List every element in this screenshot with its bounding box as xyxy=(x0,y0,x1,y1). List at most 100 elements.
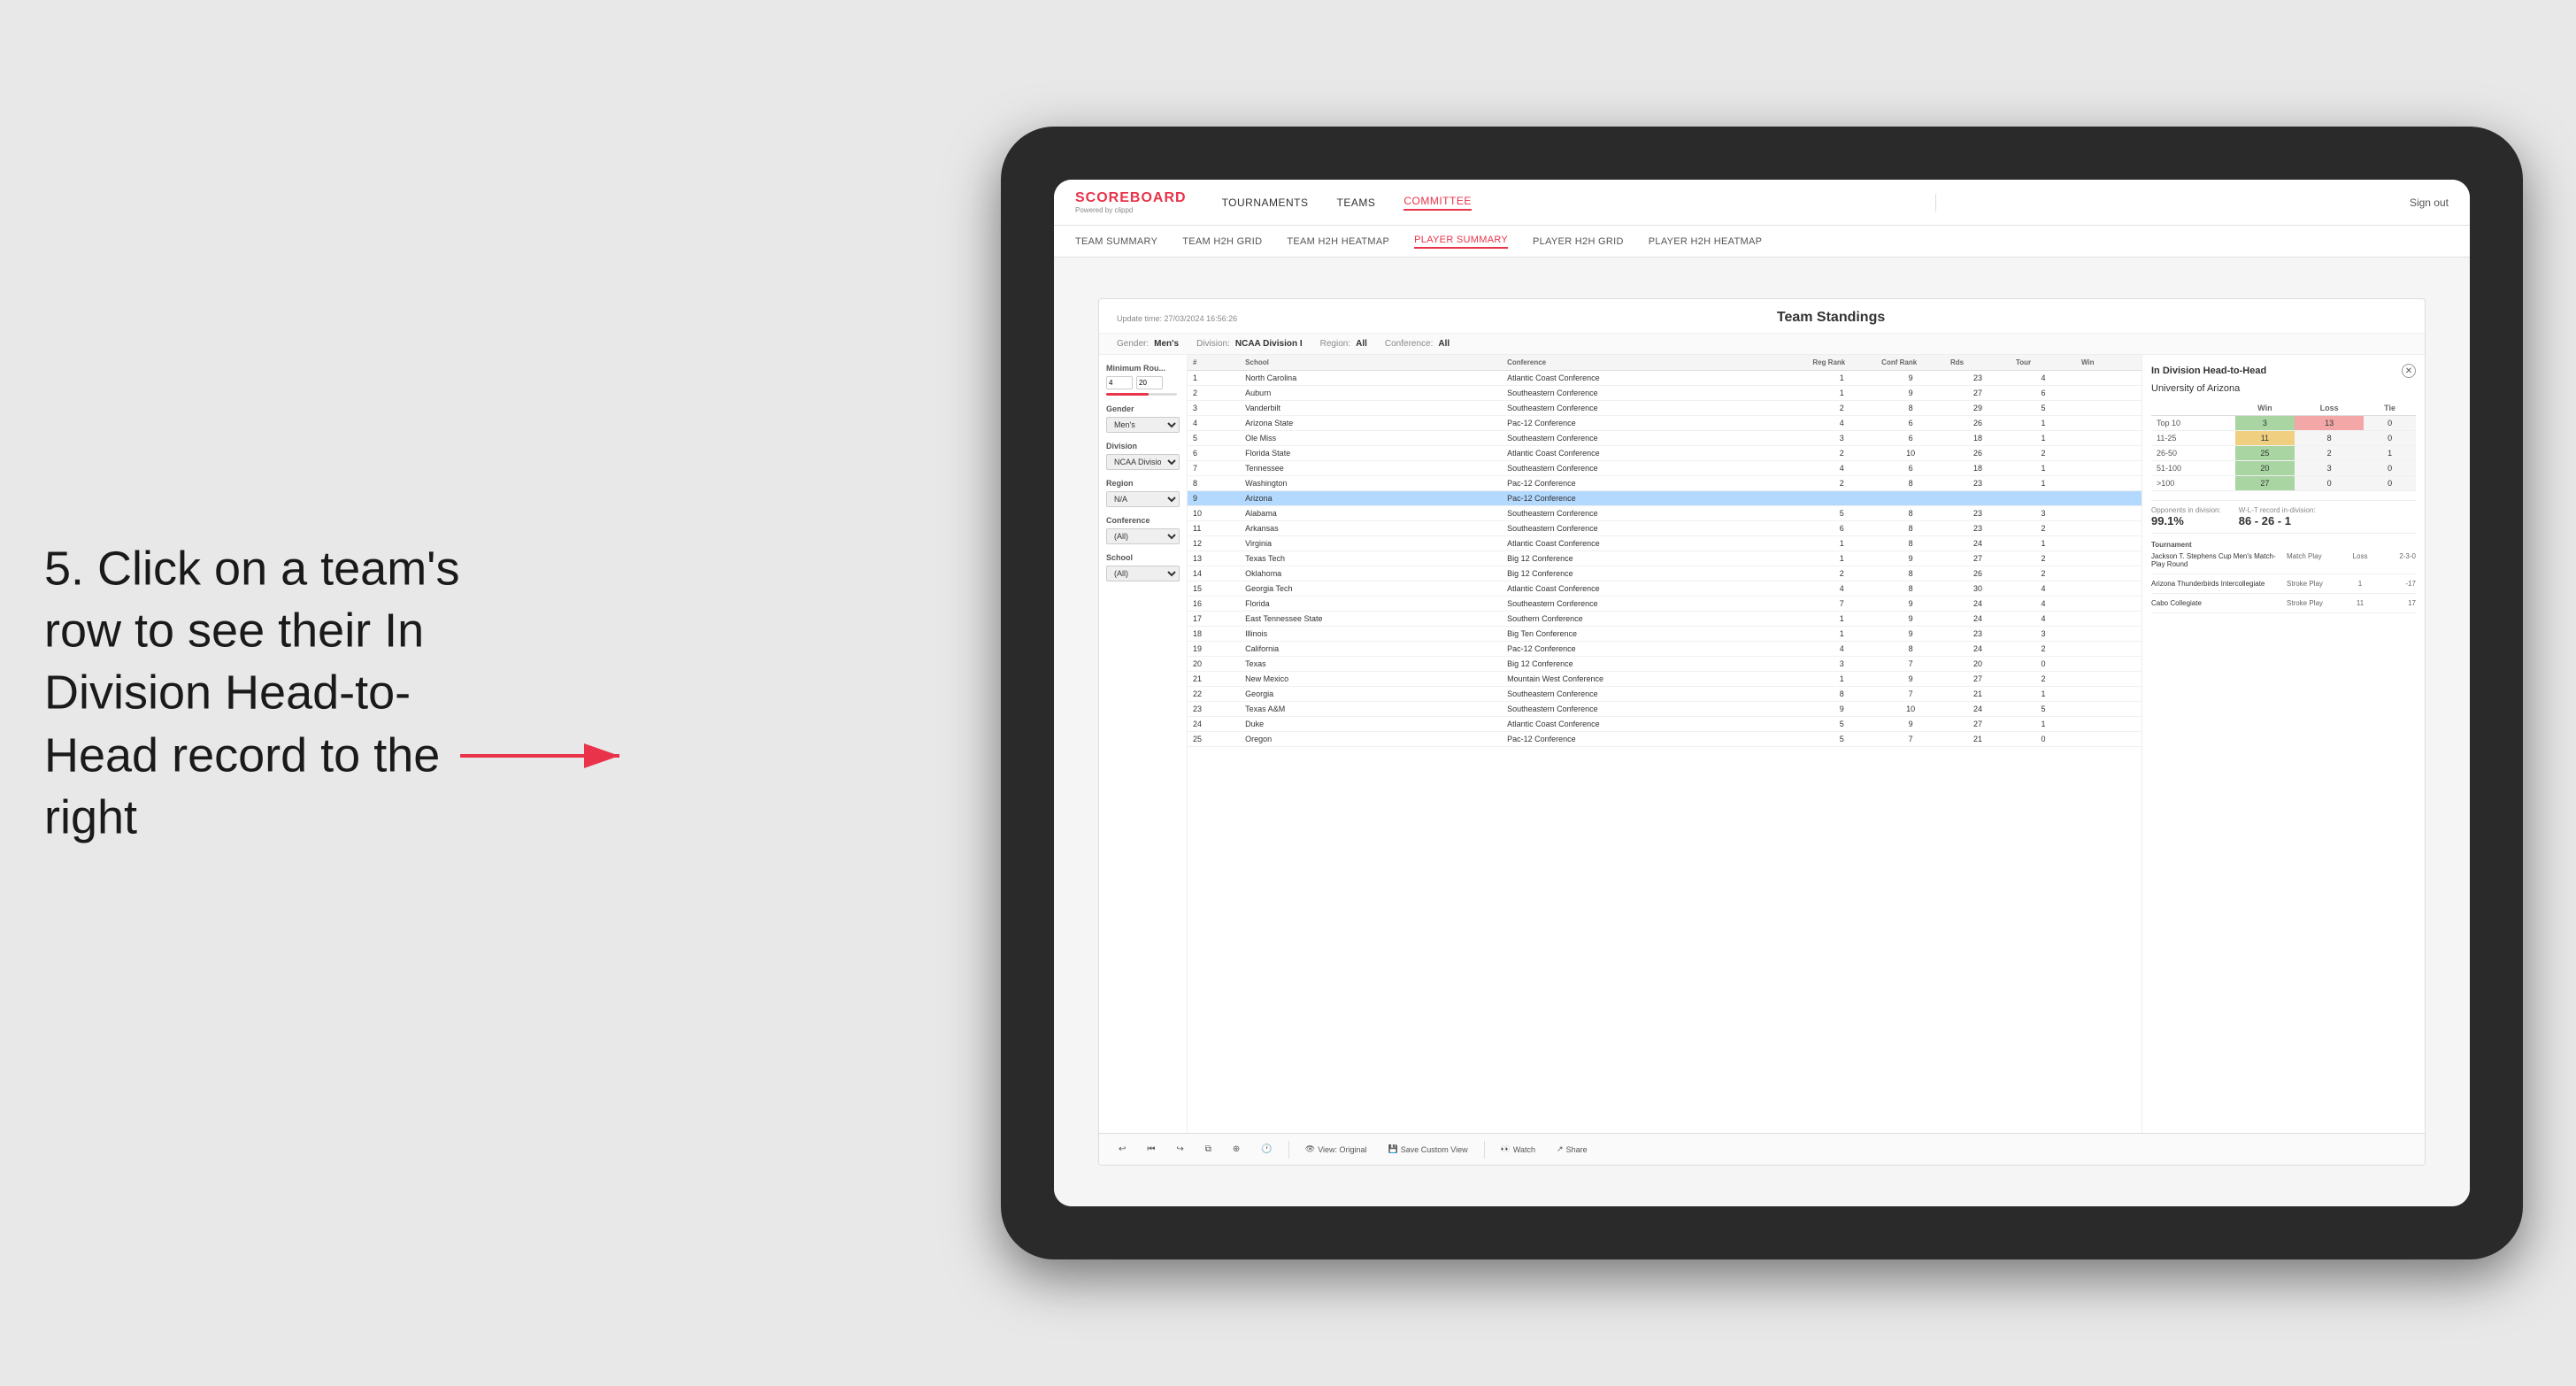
cell-reg-rank: 2 xyxy=(1807,476,1876,491)
sub-nav-team-summary[interactable]: TEAM SUMMARY xyxy=(1075,236,1157,247)
table-row[interactable]: 16 Florida Southeastern Conference 7 9 2… xyxy=(1188,597,2142,612)
table-row[interactable]: 15 Georgia Tech Atlantic Coast Conferenc… xyxy=(1188,581,2142,597)
cell-reg-rank: 9 xyxy=(1807,702,1876,717)
cell-reg-rank: 6 xyxy=(1807,521,1876,536)
table-row[interactable]: 17 East Tennessee State Southern Confere… xyxy=(1188,612,2142,627)
cell-tour: 1 xyxy=(2011,476,2076,491)
cell-reg-rank: 5 xyxy=(1807,732,1876,747)
paste-button[interactable]: ⊕ xyxy=(1227,1142,1245,1157)
cell-rank: 12 xyxy=(1188,536,1240,551)
cell-tour: 2 xyxy=(2011,642,2076,657)
table-row[interactable]: 14 Oklahoma Big 12 Conference 2 8 26 2 xyxy=(1188,566,2142,581)
cell-tour: 1 xyxy=(2011,536,2076,551)
table-row[interactable]: 7 Tennessee Southeastern Conference 4 6 … xyxy=(1188,461,2142,476)
copy-button[interactable]: ⧉ xyxy=(1200,1142,1217,1157)
cell-rank: 17 xyxy=(1188,612,1240,627)
cell-school: Florida State xyxy=(1240,446,1502,461)
cell-rds: 23 xyxy=(1945,506,2011,521)
h2h-label-100plus: >100 xyxy=(2151,476,2235,491)
h2h-tie-51-100: 0 xyxy=(2364,461,2416,476)
cell-conference: Atlantic Coast Conference xyxy=(1502,446,1807,461)
cell-conf-rank: 9 xyxy=(1876,371,1945,386)
sign-out[interactable]: Sign out xyxy=(2410,196,2449,209)
sub-nav-player-h2h-grid[interactable]: PLAYER H2H GRID xyxy=(1533,236,1624,247)
clock-button[interactable]: 🕐 xyxy=(1256,1142,1277,1157)
h2h-row-100plus: >100 27 0 0 xyxy=(2151,476,2416,491)
close-h2h-button[interactable]: ✕ xyxy=(2402,364,2416,378)
table-row[interactable]: 10 Alabama Southeastern Conference 5 8 2… xyxy=(1188,506,2142,521)
table-row[interactable]: 25 Oregon Pac-12 Conference 5 7 21 0 xyxy=(1188,732,2142,747)
cell-win xyxy=(2076,371,2142,386)
sub-nav-team-h2h-grid[interactable]: TEAM H2H GRID xyxy=(1182,236,1262,247)
table-row[interactable]: 8 Washington Pac-12 Conference 2 8 23 1 xyxy=(1188,476,2142,491)
min-rounds-slider[interactable] xyxy=(1106,393,1177,396)
cell-win xyxy=(2076,551,2142,566)
min-rounds-min-input[interactable] xyxy=(1106,376,1133,389)
cell-conf-rank: 9 xyxy=(1876,627,1945,642)
cell-conf-rank: 8 xyxy=(1876,581,1945,597)
filter-row: Gender: Men's Division: NCAA Division I … xyxy=(1099,334,2425,355)
table-row[interactable]: 3 Vanderbilt Southeastern Conference 2 8… xyxy=(1188,401,2142,416)
cell-reg-rank: 4 xyxy=(1807,642,1876,657)
region-select[interactable]: N/A xyxy=(1106,491,1180,507)
view-original-button[interactable]: 👁 View: Original xyxy=(1300,1142,1373,1157)
h2h-grid-table: Win Loss Tie Top 10 3 13 xyxy=(2151,401,2416,491)
cell-reg-rank: 5 xyxy=(1807,717,1876,732)
cell-tour: 3 xyxy=(2011,627,2076,642)
table-row[interactable]: 20 Texas Big 12 Conference 3 7 20 0 xyxy=(1188,657,2142,672)
table-row[interactable]: 5 Ole Miss Southeastern Conference 3 6 1… xyxy=(1188,431,2142,446)
table-row[interactable]: 4 Arizona State Pac-12 Conference 4 6 26… xyxy=(1188,416,2142,431)
step-back-button[interactable]: ⏮ xyxy=(1142,1142,1160,1157)
cell-tour: 4 xyxy=(2011,597,2076,612)
share-icon: ↗ xyxy=(1557,1144,1564,1154)
school-select[interactable]: (All) xyxy=(1106,566,1180,581)
cell-conf-rank: 10 xyxy=(1876,702,1945,717)
nav-teams[interactable]: TEAMS xyxy=(1337,196,1376,209)
table-row[interactable]: 18 Illinois Big Ten Conference 1 9 23 3 xyxy=(1188,627,2142,642)
tournament-row-2: Arizona Thunderbirds Intercollegiate Str… xyxy=(2151,580,2416,594)
watch-button[interactable]: 👀 Watch xyxy=(1496,1142,1541,1157)
table-row[interactable]: 2 Auburn Southeastern Conference 1 9 27 … xyxy=(1188,386,2142,401)
h2h-tie-100plus: 0 xyxy=(2364,476,2416,491)
sub-nav-player-summary[interactable]: PLAYER SUMMARY xyxy=(1414,235,1508,249)
cell-reg-rank: 1 xyxy=(1807,386,1876,401)
cell-win xyxy=(2076,491,2142,506)
h2h-loss-26-50: 2 xyxy=(2295,446,2364,461)
sidebar-gender-section: Gender Men's Women's xyxy=(1106,404,1180,433)
table-row[interactable]: 23 Texas A&M Southeastern Conference 9 1… xyxy=(1188,702,2142,717)
table-row[interactable]: 6 Florida State Atlantic Coast Conferenc… xyxy=(1188,446,2142,461)
table-row[interactable]: 11 Arkansas Southeastern Conference 6 8 … xyxy=(1188,521,2142,536)
cell-rds: 26 xyxy=(1945,446,2011,461)
gender-select[interactable]: Men's Women's xyxy=(1106,417,1180,433)
tablet-screen: SCOREBOARD Powered by clippd TOURNAMENTS… xyxy=(1054,180,2470,1206)
cell-rank: 14 xyxy=(1188,566,1240,581)
undo-button[interactable]: ↩ xyxy=(1113,1142,1131,1157)
col-rank: # xyxy=(1188,355,1240,371)
sub-nav-team-h2h-heatmap[interactable]: TEAM H2H HEATMAP xyxy=(1287,236,1389,247)
cell-rank: 21 xyxy=(1188,672,1240,687)
share-button[interactable]: ↗ Share xyxy=(1551,1142,1593,1157)
redo-button[interactable]: ↪ xyxy=(1171,1142,1188,1157)
cell-rds: 21 xyxy=(1945,687,2011,702)
cell-rank: 8 xyxy=(1188,476,1240,491)
nav-committee[interactable]: COMMITTEE xyxy=(1403,195,1472,211)
table-row[interactable]: 13 Texas Tech Big 12 Conference 1 9 27 2 xyxy=(1188,551,2142,566)
table-row[interactable]: 22 Georgia Southeastern Conference 8 7 2… xyxy=(1188,687,2142,702)
panel-body: Minimum Rou... Gender xyxy=(1099,355,2425,1133)
min-rounds-max-input[interactable] xyxy=(1136,376,1163,389)
arrow-icon xyxy=(460,720,637,791)
table-row[interactable]: 9 Arizona Pac-12 Conference xyxy=(1188,491,2142,506)
nav-tournaments[interactable]: TOURNAMENTS xyxy=(1222,196,1309,209)
table-row[interactable]: 12 Virginia Atlantic Coast Conference 1 … xyxy=(1188,536,2142,551)
sub-nav-player-h2h-heatmap[interactable]: PLAYER H2H HEATMAP xyxy=(1649,236,1762,247)
save-custom-button[interactable]: 💾 Save Custom View xyxy=(1383,1142,1473,1157)
cell-reg-rank: 1 xyxy=(1807,536,1876,551)
table-row[interactable]: 19 California Pac-12 Conference 4 8 24 2 xyxy=(1188,642,2142,657)
cell-reg-rank: 5 xyxy=(1807,506,1876,521)
table-row[interactable]: 21 New Mexico Mountain West Conference 1… xyxy=(1188,672,2142,687)
division-select[interactable]: NCAA Division I xyxy=(1106,454,1180,470)
table-row[interactable]: 1 North Carolina Atlantic Coast Conferen… xyxy=(1188,371,2142,386)
table-row[interactable]: 24 Duke Atlantic Coast Conference 5 9 27… xyxy=(1188,717,2142,732)
conference-select[interactable]: (All) xyxy=(1106,528,1180,544)
h2h-row-top10: Top 10 3 13 0 xyxy=(2151,416,2416,431)
